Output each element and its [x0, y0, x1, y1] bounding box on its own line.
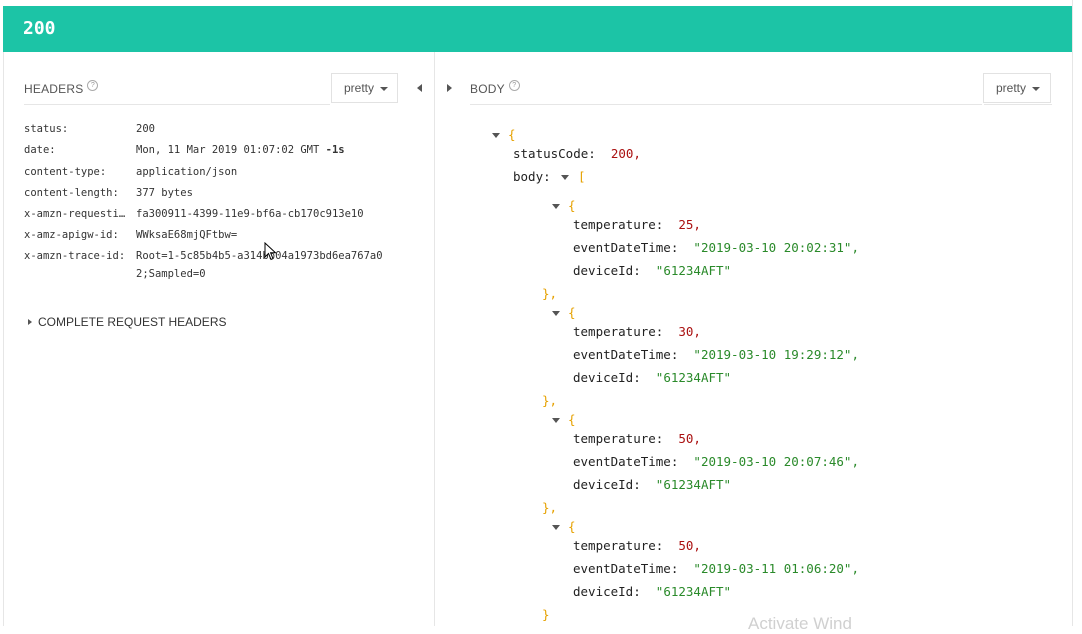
json-array-open: [	[578, 169, 586, 184]
body-title: BODY?	[470, 80, 520, 96]
activate-windows-watermark: Activate Wind	[748, 614, 852, 633]
collapse-toggle-icon[interactable]	[552, 525, 560, 530]
json-row-body: body:	[513, 169, 551, 184]
collapse-toggle-icon[interactable]	[492, 133, 500, 138]
collapse-toggle-icon[interactable]	[552, 418, 560, 423]
collapse-toggle-icon[interactable]	[552, 311, 560, 316]
body-title-rule	[470, 104, 982, 105]
json-object-close: }	[542, 607, 550, 622]
json-object-open: {	[568, 305, 576, 320]
json-object-close: },	[542, 393, 558, 408]
json-object-open: {	[568, 519, 576, 534]
json-row: deviceId: "61234AFT"	[573, 263, 732, 278]
complete-request-headers-toggle[interactable]: COMPLETE REQUEST HEADERS	[28, 315, 226, 329]
status-code: 200	[23, 18, 56, 39]
headers-format-select[interactable]: pretty	[331, 73, 398, 103]
json-row-statuscode: statusCode: 200,	[513, 146, 641, 161]
json-object-open: {	[568, 412, 576, 427]
expand-right-icon	[28, 318, 32, 325]
body-format-select[interactable]: pretty	[983, 73, 1051, 103]
collapse-toggle-icon[interactable]	[561, 175, 569, 180]
panel-divider[interactable]	[434, 52, 435, 626]
json-object-open: {	[568, 198, 576, 213]
json-row: eventDateTime: "2019-03-10 19:29:12",	[573, 347, 859, 362]
collapse-left-icon[interactable]	[417, 84, 422, 92]
json-row: eventDateTime: "2019-03-10 20:07:46",	[573, 454, 859, 469]
help-icon[interactable]: ?	[508, 80, 520, 91]
headers-panel: HEADERS? pretty status: 200 date: Mon, 1…	[3, 52, 435, 626]
json-row: deviceId: "61234AFT"	[573, 584, 732, 599]
json-object-close: },	[542, 286, 558, 301]
json-row: eventDateTime: "2019-03-11 01:06:20",	[573, 561, 859, 576]
headers-title-rule	[24, 104, 330, 105]
help-icon[interactable]: ?	[87, 80, 99, 91]
json-row: temperature: 30,	[573, 324, 701, 339]
collapse-toggle-icon[interactable]	[552, 204, 560, 209]
chevron-down-icon	[1032, 86, 1041, 91]
response-status-bar: 200	[3, 6, 1072, 52]
mouse-cursor-icon	[264, 242, 277, 261]
expand-right-icon[interactable]	[447, 84, 452, 92]
json-row: temperature: 50,	[573, 538, 701, 553]
json-root-open: {	[508, 127, 516, 142]
json-row: temperature: 25,	[573, 217, 701, 232]
json-row: deviceId: "61234AFT"	[573, 477, 732, 492]
chevron-down-icon	[380, 86, 389, 91]
json-row: eventDateTime: "2019-03-10 20:02:31",	[573, 240, 859, 255]
body-title-rule-right	[984, 104, 1052, 105]
json-row: deviceId: "61234AFT"	[573, 370, 732, 385]
json-object-close: },	[542, 500, 558, 515]
scrollbar-track[interactable]	[1072, 0, 1082, 626]
headers-title: HEADERS?	[24, 80, 99, 96]
json-row: temperature: 50,	[573, 431, 701, 446]
